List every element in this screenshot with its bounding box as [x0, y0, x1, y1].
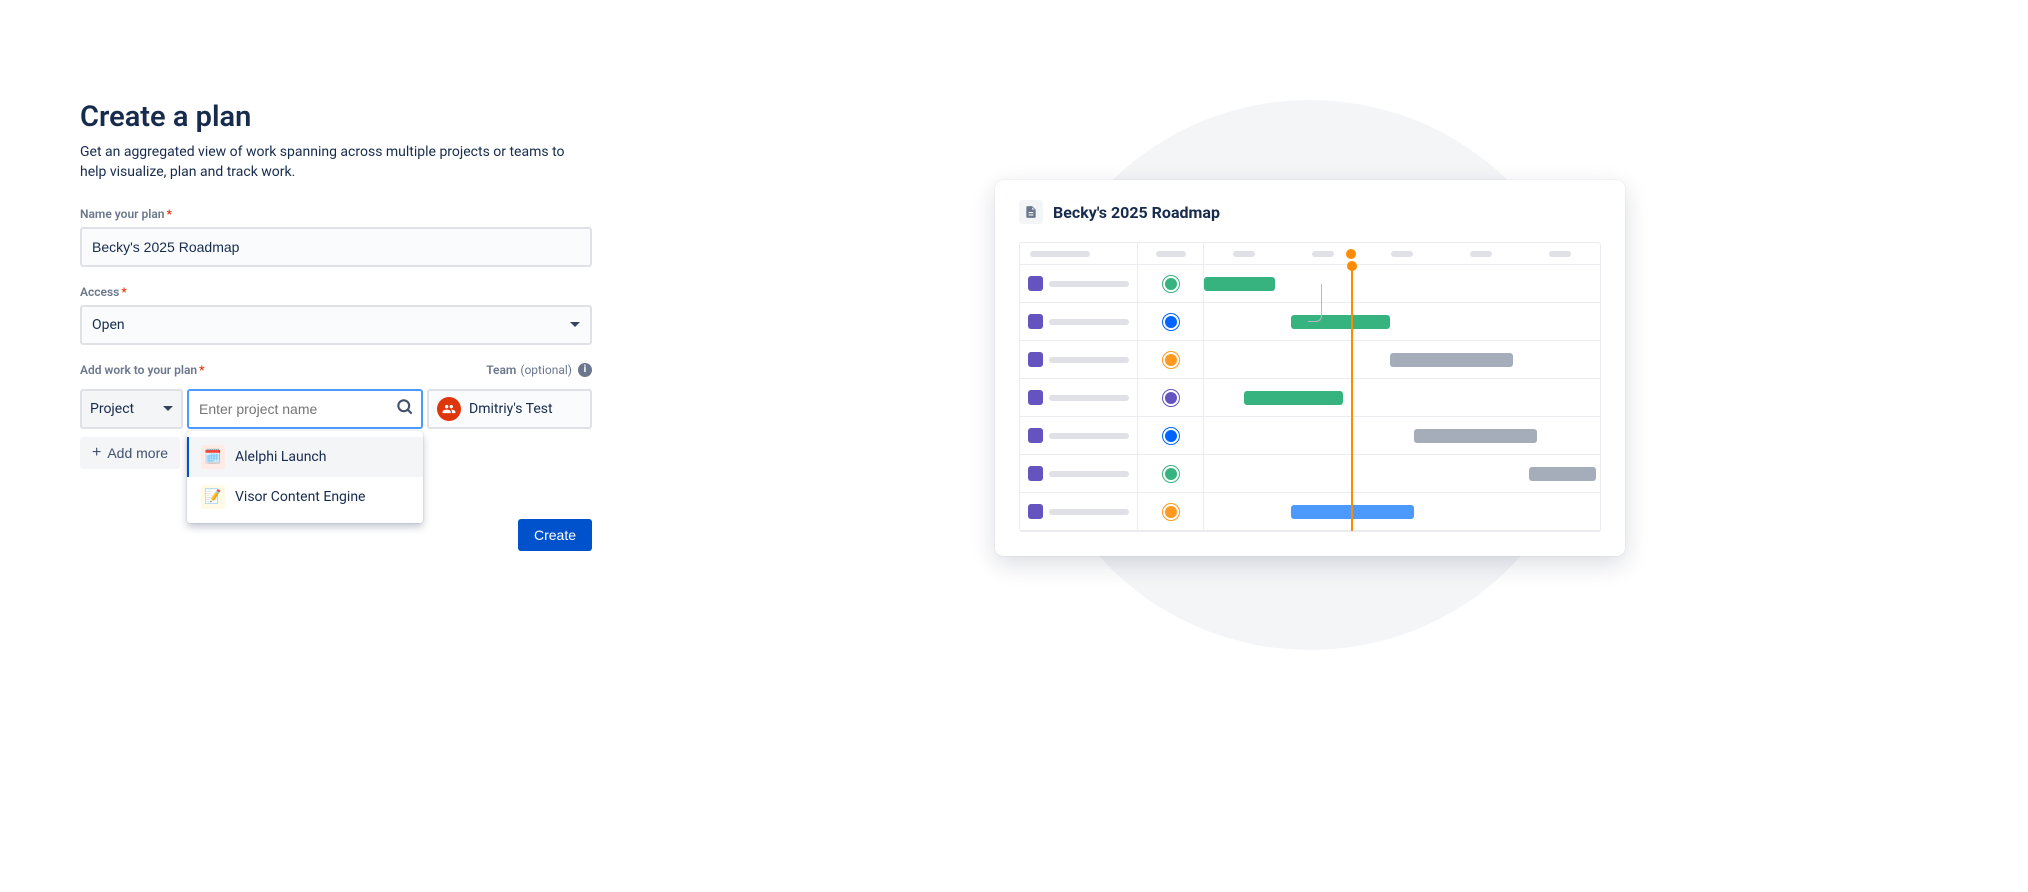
page-subtitle: Get an aggregated view of work spanning … — [80, 142, 592, 183]
chevron-down-icon — [570, 322, 580, 327]
team-avatar-icon — [437, 397, 461, 421]
gantt-row — [1020, 417, 1600, 455]
gantt-row — [1020, 341, 1600, 379]
team-label: Team (optional) i — [486, 363, 592, 377]
preview-card: Becky's 2025 Roadmap — [995, 180, 1625, 556]
name-label: Name your plan* — [80, 207, 592, 221]
project-name-input[interactable] — [187, 389, 423, 429]
preview-column: Becky's 2025 Roadmap — [672, 100, 1948, 556]
access-label: Access* — [80, 285, 592, 299]
team-select[interactable]: Dmitriy's Test — [427, 389, 592, 429]
gantt-row — [1020, 379, 1600, 417]
gantt-row — [1020, 493, 1600, 531]
gantt-row — [1020, 455, 1600, 493]
dropdown-item-visor[interactable]: 📝 Visor Content Engine — [187, 477, 423, 517]
create-button[interactable]: Create — [518, 519, 592, 551]
add-work-label: Add work to your plan* — [80, 363, 205, 377]
dropdown-item-alelphi[interactable]: 🗓️ Alelphi Launch — [187, 437, 423, 477]
plan-name-input[interactable] — [80, 227, 592, 267]
add-more-button[interactable]: + Add more — [80, 437, 180, 469]
info-icon: i — [578, 363, 592, 377]
gantt-chart — [1019, 242, 1601, 532]
work-type-select[interactable]: Project — [80, 389, 183, 429]
chevron-down-icon — [163, 406, 173, 411]
search-icon — [395, 397, 415, 421]
project-icon: 🗓️ — [201, 445, 225, 469]
page-title: Create a plan — [80, 100, 592, 134]
access-select[interactable]: Open — [80, 305, 592, 345]
document-icon — [1019, 200, 1043, 224]
preview-title: Becky's 2025 Roadmap — [1053, 203, 1220, 222]
plus-icon: + — [92, 444, 101, 462]
project-icon: 📝 — [201, 485, 225, 509]
form-column: Create a plan Get an aggregated view of … — [80, 100, 592, 556]
project-dropdown: 🗓️ Alelphi Launch 📝 Visor Content Engine — [187, 431, 423, 523]
